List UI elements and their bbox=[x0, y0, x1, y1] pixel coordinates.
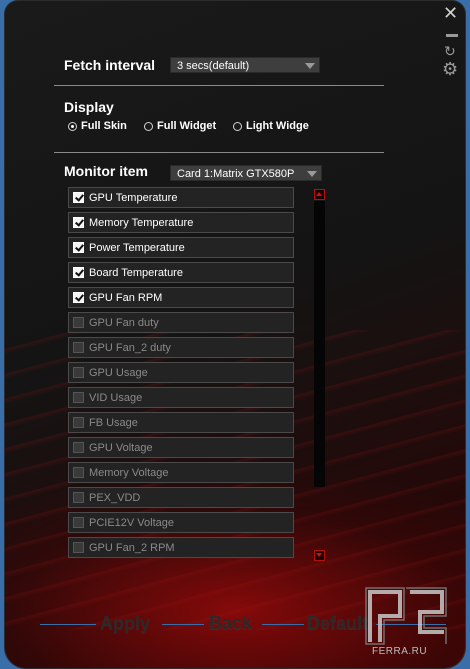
list-item[interactable]: Power Temperature bbox=[68, 237, 294, 258]
checkbox[interactable] bbox=[73, 542, 84, 553]
chevron-down-icon bbox=[307, 171, 317, 177]
fetch-interval-label: Fetch interval bbox=[64, 57, 156, 73]
checkbox[interactable] bbox=[73, 292, 84, 303]
scroll-track[interactable] bbox=[314, 201, 325, 487]
back-button[interactable]: Back bbox=[209, 613, 252, 634]
list-item[interactable]: GPU Fan_2 RPM bbox=[68, 537, 294, 558]
watermark-text: FERRA.RU bbox=[372, 646, 428, 657]
list-item[interactable]: Memory Voltage bbox=[68, 462, 294, 483]
fetch-interval-select[interactable]: 3 secs(default) bbox=[170, 57, 320, 73]
list-item-label: GPU Fan duty bbox=[89, 316, 159, 329]
default-button[interactable]: Default bbox=[307, 613, 368, 634]
list-item[interactable]: Memory Temperature bbox=[68, 212, 294, 233]
list-item[interactable]: PEX_VDD bbox=[68, 487, 294, 508]
chevron-down-icon bbox=[305, 63, 315, 69]
monitor-item-label: Monitor item bbox=[64, 163, 148, 179]
checkbox[interactable] bbox=[73, 342, 84, 353]
list-item[interactable]: GPU Fan duty bbox=[68, 312, 294, 333]
list-item[interactable]: GPU Fan RPM bbox=[68, 287, 294, 308]
list-item-label: PEX_VDD bbox=[89, 491, 141, 504]
list-item[interactable]: Board Temperature bbox=[68, 262, 294, 283]
list-item[interactable]: GPU Voltage bbox=[68, 437, 294, 458]
checkbox[interactable] bbox=[73, 317, 84, 328]
radio-full-skin[interactable]: Full Skin bbox=[68, 120, 127, 132]
list-item[interactable]: PCIE12V Voltage bbox=[68, 512, 294, 533]
checkbox[interactable] bbox=[73, 242, 84, 253]
card-select-value: Card 1:Matrix GTX580P bbox=[177, 168, 295, 180]
list-item-label: Board Temperature bbox=[89, 266, 183, 279]
list-item-label: Memory Temperature bbox=[89, 216, 194, 229]
checkbox[interactable] bbox=[73, 367, 84, 378]
display-label: Display bbox=[64, 99, 114, 115]
close-icon[interactable]: ✕ bbox=[443, 4, 458, 22]
checkbox[interactable] bbox=[73, 467, 84, 478]
checkbox[interactable] bbox=[73, 392, 84, 403]
list-item-label: GPU Temperature bbox=[89, 191, 178, 204]
ferra-logo-watermark bbox=[365, 587, 447, 645]
list-item-label: GPU Usage bbox=[89, 366, 148, 379]
button-separator-line bbox=[40, 624, 96, 625]
list-item-label: Power Temperature bbox=[89, 241, 185, 254]
monitor-item-list: GPU Temperature Memory Temperature Power T… bbox=[68, 187, 294, 562]
list-item-label: GPU Fan_2 RPM bbox=[89, 541, 175, 554]
list-item[interactable]: GPU Temperature bbox=[68, 187, 294, 208]
list-item[interactable]: FB Usage bbox=[68, 412, 294, 433]
checkbox[interactable] bbox=[73, 192, 84, 203]
gear-icon[interactable]: ⚙ bbox=[442, 60, 458, 78]
checkbox[interactable] bbox=[73, 442, 84, 453]
checkbox[interactable] bbox=[73, 492, 84, 503]
button-separator-line bbox=[162, 624, 204, 625]
scroll-up-icon[interactable] bbox=[314, 189, 325, 200]
list-item-label: VID Usage bbox=[89, 391, 143, 404]
checkbox[interactable] bbox=[73, 417, 84, 428]
radio-indicator bbox=[233, 121, 242, 131]
radio-label: Light Widge bbox=[246, 120, 309, 132]
list-item[interactable]: VID Usage bbox=[68, 387, 294, 408]
list-item-label: PCIE12V Voltage bbox=[89, 516, 175, 529]
list-item[interactable]: GPU Fan_2 duty bbox=[68, 337, 294, 358]
radio-indicator bbox=[68, 121, 77, 131]
radio-indicator bbox=[144, 121, 153, 131]
list-item-label: Memory Voltage bbox=[89, 466, 169, 479]
list-item-label: GPU Voltage bbox=[89, 441, 153, 454]
apply-button[interactable]: Apply bbox=[100, 613, 150, 634]
divider bbox=[54, 85, 384, 86]
checkbox[interactable] bbox=[73, 267, 84, 278]
sync-icon[interactable]: ↻ bbox=[444, 44, 456, 58]
radio-label: Full Skin bbox=[81, 120, 127, 132]
divider bbox=[54, 152, 384, 153]
list-item-label: GPU Fan_2 duty bbox=[89, 341, 171, 354]
card-select[interactable]: Card 1:Matrix GTX580P bbox=[170, 165, 322, 181]
fetch-interval-value: 3 secs(default) bbox=[177, 60, 250, 72]
radio-label: Full Widget bbox=[157, 120, 217, 132]
monitor-list-scrollbar[interactable] bbox=[314, 187, 325, 561]
list-item-label: FB Usage bbox=[89, 416, 138, 429]
scroll-down-icon[interactable] bbox=[314, 550, 325, 561]
radio-light-widget[interactable]: Light Widge bbox=[233, 120, 309, 132]
settings-window: ✕ ↻ ⚙ Fetch interval 3 secs(default) Dis… bbox=[4, 0, 466, 669]
minimize-icon[interactable] bbox=[446, 34, 458, 37]
checkbox[interactable] bbox=[73, 217, 84, 228]
checkbox[interactable] bbox=[73, 517, 84, 528]
radio-full-widget[interactable]: Full Widget bbox=[144, 120, 216, 132]
list-item[interactable]: GPU Usage bbox=[68, 362, 294, 383]
button-separator-line bbox=[262, 624, 304, 625]
list-item-label: GPU Fan RPM bbox=[89, 291, 163, 304]
